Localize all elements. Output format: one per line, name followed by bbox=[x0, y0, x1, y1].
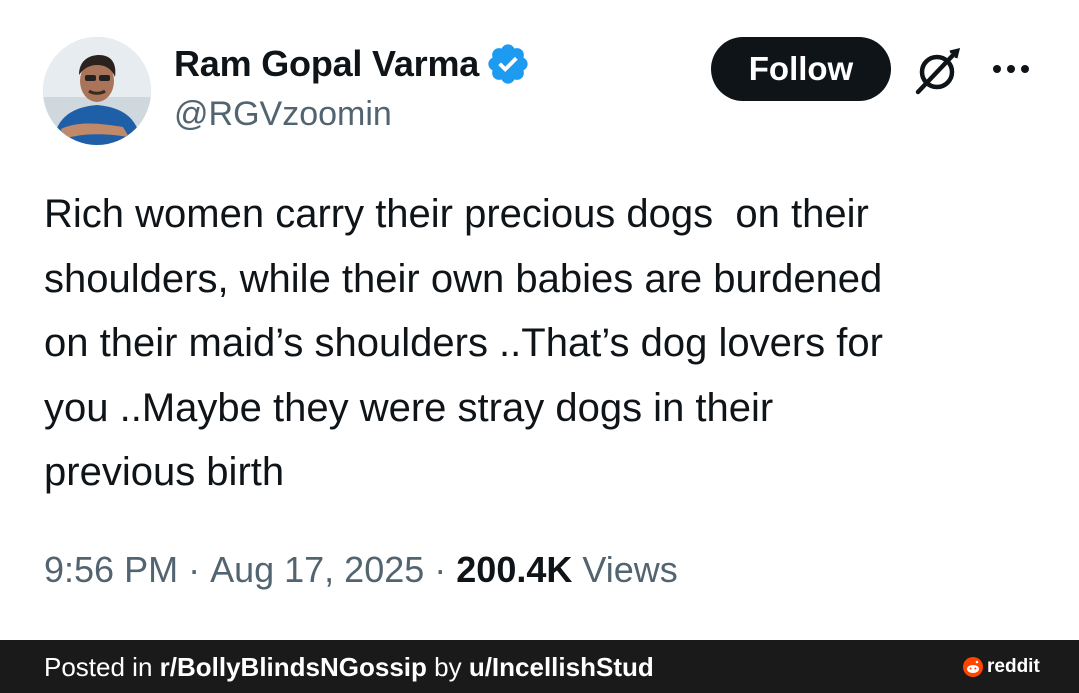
grok-icon[interactable] bbox=[910, 44, 964, 98]
reddit-logo: reddit bbox=[963, 656, 1040, 678]
more-icon[interactable] bbox=[990, 58, 1034, 80]
reddit-icon bbox=[963, 657, 983, 677]
views-label: Views bbox=[582, 549, 678, 590]
views-count: 200.4K bbox=[456, 549, 573, 590]
meta-separator: · bbox=[434, 549, 447, 590]
display-name[interactable]: Ram Gopal Varma bbox=[174, 43, 479, 85]
follow-button[interactable]: Follow bbox=[711, 37, 891, 101]
tweet-meta: 9:56 PM · Aug 17, 2025 · 200.4K Views bbox=[44, 549, 678, 601]
reddit-wordmark: reddit bbox=[987, 656, 1040, 677]
footer-posted-in: Posted in bbox=[44, 652, 160, 682]
verified-badge-icon bbox=[485, 41, 531, 87]
author-handle[interactable]: @RGVzoomin bbox=[174, 95, 392, 134]
author-row: Ram Gopal Varma bbox=[174, 40, 531, 88]
meta-separator: · bbox=[188, 549, 201, 590]
profile-photo bbox=[43, 37, 151, 145]
footer-user[interactable]: u/IncellishStud bbox=[469, 652, 654, 682]
tweet-date[interactable]: Aug 17, 2025 bbox=[210, 549, 424, 591]
tweet-card: Ram Gopal Varma @RGVzoomin Follow Rich w… bbox=[0, 0, 1079, 640]
footer-subreddit[interactable]: r/BollyBlindsNGossip bbox=[160, 652, 427, 682]
footer-by: by bbox=[426, 652, 469, 682]
footer-attribution: Posted in r/BollyBlindsNGossip by u/Ince… bbox=[44, 652, 654, 683]
reddit-footer: Posted in r/BollyBlindsNGossip by u/Ince… bbox=[0, 640, 1079, 693]
avatar[interactable] bbox=[43, 37, 151, 145]
tweet-text: Rich women carry their precious dogs on … bbox=[44, 192, 883, 494]
tweet-time[interactable]: 9:56 PM bbox=[44, 549, 178, 591]
